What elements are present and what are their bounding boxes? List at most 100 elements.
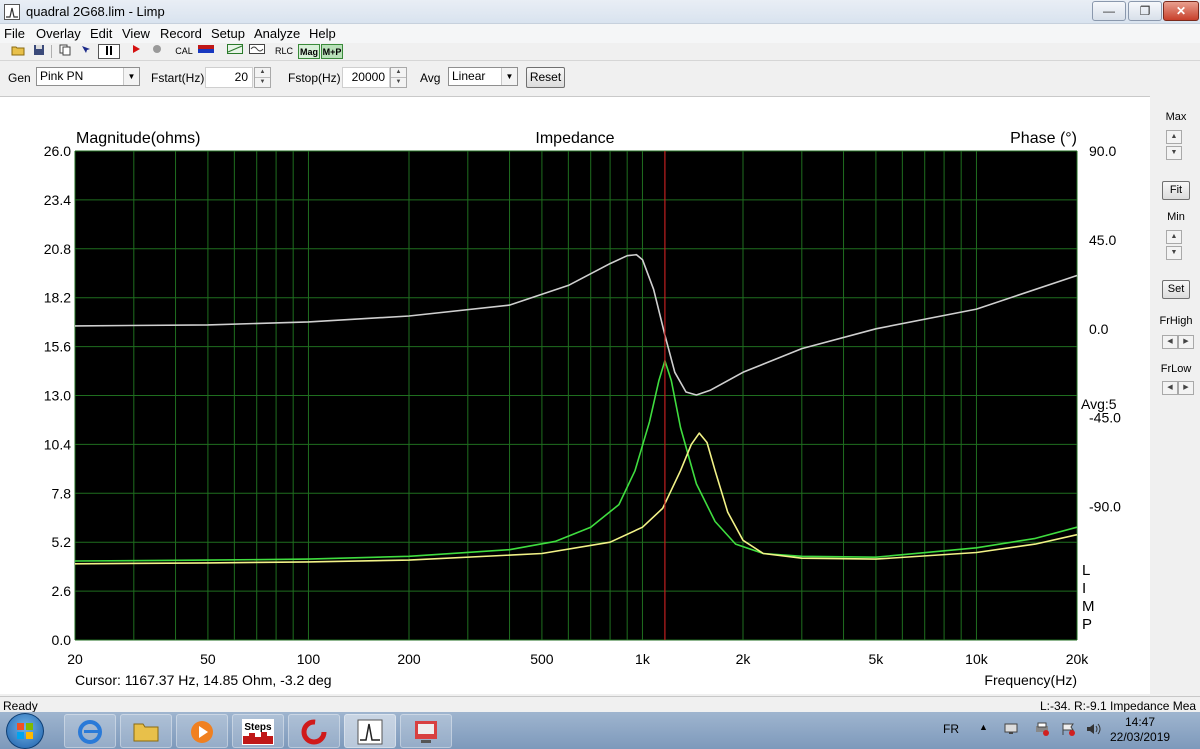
media-player-icon	[191, 721, 213, 743]
max-up-button[interactable]: ▲	[1166, 130, 1182, 144]
y-tick-label: 5.2	[52, 534, 72, 550]
side-letter: P	[1082, 616, 1092, 633]
fstop-stepper[interactable]: ▲ ▼	[390, 67, 407, 88]
menu-bar: File Overlay Edit View Record Setup Anal…	[0, 24, 1200, 43]
menu-analyze[interactable]: Analyze	[254, 26, 300, 41]
x-tick-label: 50	[200, 651, 216, 667]
min-down-button[interactable]: ▼	[1166, 246, 1182, 260]
fit-button[interactable]: Fit	[1162, 181, 1190, 200]
record-button[interactable]	[128, 44, 144, 59]
frlow-left-button[interactable]: ◀	[1162, 381, 1178, 395]
sweep-button[interactable]	[226, 44, 244, 59]
gen-label: Gen	[8, 71, 31, 85]
x-tick-label: 500	[530, 651, 554, 667]
y-tick-label: 0.0	[52, 632, 72, 648]
taskbar-explorer[interactable]	[120, 714, 172, 748]
language-indicator[interactable]: FR	[943, 722, 959, 736]
maximize-button[interactable]: ❐	[1128, 1, 1162, 21]
cal-button[interactable]: CAL	[172, 44, 196, 59]
side-letter: I	[1082, 580, 1086, 597]
copy-icon	[59, 44, 71, 56]
scale-panel: Max ▲ ▼ Fit Min ▲ ▼ Set FrHigh ◀ ▶ FrLow…	[1152, 96, 1200, 694]
frlow-right-button[interactable]: ▶	[1178, 381, 1194, 395]
save-button[interactable]	[31, 44, 47, 59]
rlc-button[interactable]: RLC	[272, 44, 296, 59]
close-button[interactable]: ✕	[1163, 1, 1199, 21]
generator-controls: Gen Pink PN ▼ Fstart(Hz) 20 ▲ ▼ Fstop(Hz)…	[0, 62, 1200, 90]
taskbar-ccleaner[interactable]	[288, 714, 340, 748]
fstart-stepper[interactable]: ▲ ▼	[254, 67, 271, 88]
open-file-button[interactable]	[10, 44, 26, 59]
min-up-button[interactable]: ▲	[1166, 230, 1182, 244]
taskbar-media-player[interactable]	[176, 714, 228, 748]
menu-edit[interactable]: Edit	[90, 26, 112, 41]
cursor-readout: Cursor: 1167.37 Hz, 14.85 Ohm, -3.2 deg	[75, 672, 332, 688]
internet-explorer-icon	[78, 720, 102, 744]
chevron-down-icon: ▼	[123, 68, 139, 85]
down-arrow-icon[interactable]: ▼	[391, 77, 406, 86]
menu-help[interactable]: Help	[309, 26, 336, 41]
menu-file[interactable]: File	[4, 26, 25, 41]
play-icon	[133, 45, 140, 53]
frhigh-left-button[interactable]: ◀	[1162, 335, 1178, 349]
min-label: Min	[1167, 211, 1185, 223]
volume-tray-icon[interactable]	[1085, 722, 1101, 739]
menu-view[interactable]: View	[122, 26, 150, 41]
taskbar-device-manager[interactable]	[400, 714, 452, 748]
status-bar: Ready L:-34. R:-9.1 Impedance Mea	[0, 696, 1200, 713]
menu-record[interactable]: Record	[160, 26, 202, 41]
limp-icon	[357, 719, 383, 745]
stop-button[interactable]	[149, 44, 165, 59]
minimize-button[interactable]: —	[1092, 1, 1126, 21]
fstart-input[interactable]: 20	[205, 67, 253, 88]
channel-button[interactable]	[197, 44, 215, 59]
y-tick-label: 15.6	[44, 339, 71, 355]
mag-phase-button[interactable]: M+P	[321, 44, 343, 59]
taskbar: Steps FR ▲ 14:47 22/03/2019	[0, 712, 1200, 749]
fstop-input[interactable]: 20000	[342, 67, 390, 88]
dot-icon	[153, 45, 161, 53]
clock-time: 14:47	[1124, 715, 1156, 729]
taskbar-limp[interactable]	[344, 714, 396, 748]
maximize-icon: ❐	[1139, 4, 1151, 18]
chart-title: Impedance	[535, 130, 614, 147]
close-icon: ✕	[1175, 4, 1187, 18]
set-button[interactable]: Set	[1162, 280, 1190, 299]
up-arrow-icon[interactable]: ▲	[255, 68, 270, 77]
copy-button[interactable]	[57, 44, 73, 59]
mag-button[interactable]: Mag	[298, 44, 320, 59]
reset-button[interactable]: Reset	[526, 67, 565, 88]
max-down-button[interactable]: ▼	[1166, 146, 1182, 160]
x-axis-label: Frequency(Hz)	[984, 672, 1077, 688]
printer-tray-icon[interactable]	[1034, 722, 1050, 739]
y-tick-label: 13.0	[44, 388, 71, 404]
x-tick-label: 5k	[869, 651, 885, 667]
system-clock[interactable]: 14:47 22/03/2019	[1110, 715, 1170, 745]
wave-button[interactable]	[248, 44, 266, 59]
network-tray-icon[interactable]	[1004, 722, 1020, 739]
frhigh-label: FrHigh	[1159, 315, 1193, 327]
windows-logo-icon	[17, 723, 33, 739]
avg-select[interactable]: Linear ▼	[448, 67, 518, 86]
menu-overlay[interactable]: Overlay	[36, 26, 81, 41]
tray-expand-icon[interactable]: ▲	[979, 722, 988, 732]
minimize-icon: —	[1103, 4, 1115, 18]
clock-date: 22/03/2019	[1110, 730, 1171, 744]
down-arrow-icon[interactable]: ▼	[255, 77, 270, 86]
y-tick-label: 20.8	[44, 241, 71, 257]
floppy-icon	[34, 45, 44, 55]
pause-button[interactable]	[98, 44, 120, 59]
y2-tick-label: -90.0	[1089, 499, 1121, 515]
menu-setup[interactable]: Setup	[211, 26, 245, 41]
impedance-chart[interactable]: Impedance Magnitude(ohms) Phase (°) Freq…	[0, 97, 1150, 695]
generator-select[interactable]: Pink PN ▼	[36, 67, 140, 86]
start-button[interactable]	[6, 713, 44, 749]
x-tick-label: 20k	[1066, 651, 1090, 667]
up-arrow-icon[interactable]: ▲	[391, 68, 406, 77]
flag-tray-icon[interactable]	[1060, 722, 1076, 739]
taskbar-ie[interactable]	[64, 714, 116, 748]
frhigh-right-button[interactable]: ▶	[1178, 335, 1194, 349]
taskbar-steps[interactable]: Steps	[232, 714, 284, 748]
pointer-button[interactable]	[78, 44, 94, 59]
avg-label: Avg	[420, 71, 441, 85]
